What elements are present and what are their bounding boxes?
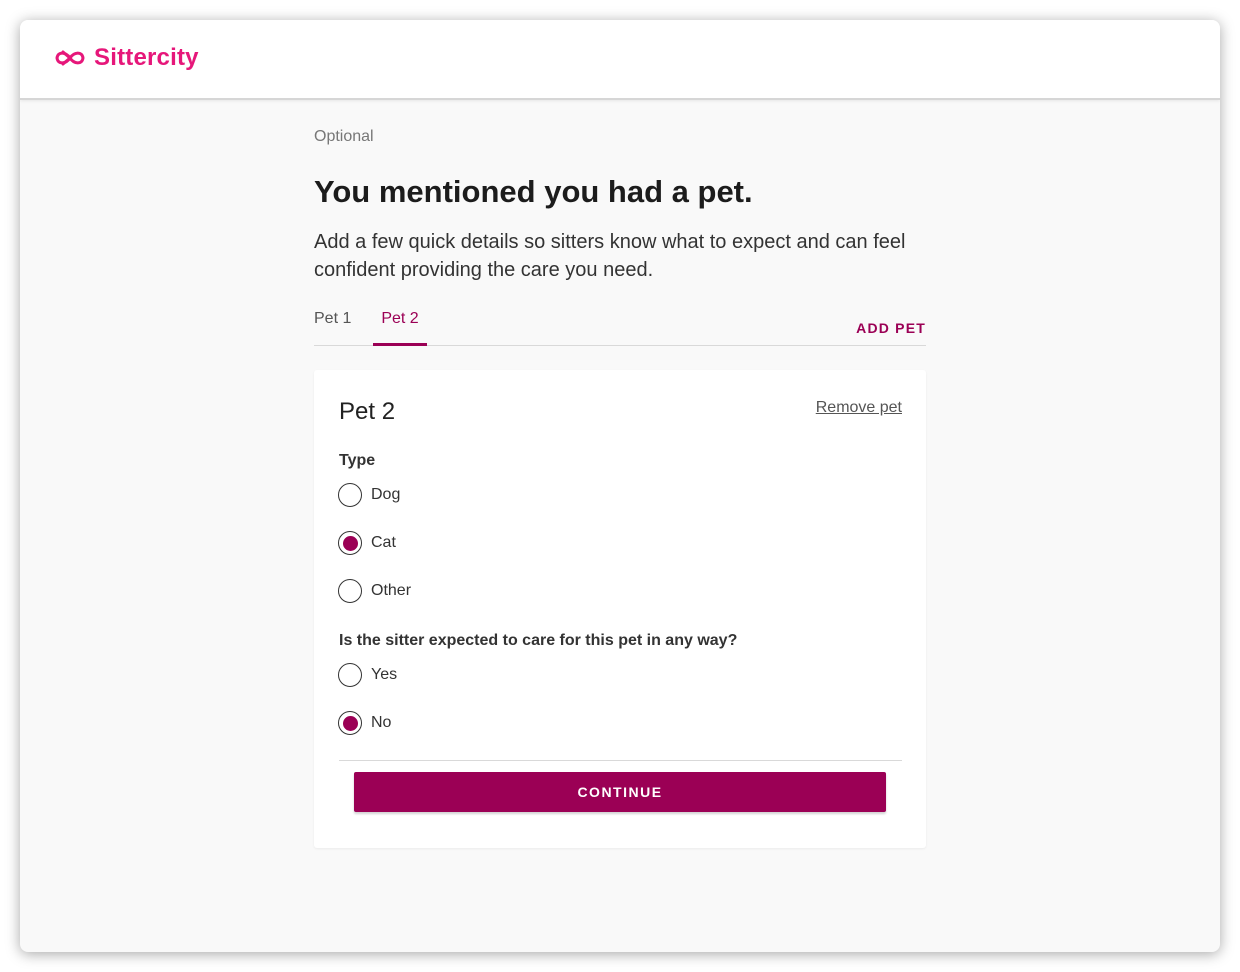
radio-other-label: Other	[371, 582, 412, 599]
radio-no[interactable]: No	[338, 711, 391, 735]
radio-cat[interactable]: Cat	[338, 531, 396, 555]
page-subtitle: Add a few quick details so sitters know …	[314, 231, 906, 281]
radio-cat-label: Cat	[371, 534, 396, 551]
radio-yes-label: Yes	[371, 666, 398, 683]
pet-tabs: Pet 1 Pet 2 ADD PET	[314, 306, 926, 346]
brand-name: Sittercity	[94, 44, 199, 71]
card-divider	[339, 760, 902, 761]
continue-button[interactable]: CONTINUE	[354, 772, 886, 812]
radio-no-label: No	[371, 714, 392, 731]
add-pet-button[interactable]: ADD PET	[856, 320, 926, 336]
type-question-label: Type	[339, 452, 376, 469]
tab-pet-2[interactable]: Pet 2	[373, 306, 427, 346]
radio-cat-circle[interactable]	[338, 531, 362, 555]
browser-window: Sittercity Optional You mentioned you ha…	[20, 20, 1220, 952]
tab-pet-1[interactable]: Pet 1	[314, 306, 351, 346]
radio-dog-circle[interactable]	[338, 483, 362, 507]
radio-yes-circle[interactable]	[338, 663, 362, 687]
radio-yes[interactable]: Yes	[338, 663, 397, 687]
care-question-label: Is the sitter expected to care for this …	[339, 632, 738, 649]
optional-label: Optional	[314, 128, 374, 145]
radio-other[interactable]: Other	[338, 579, 411, 603]
pet-card: Pet 2 Remove pet Type Dog Cat Other Is t…	[314, 370, 926, 848]
remove-pet-link[interactable]: Remove pet	[816, 399, 902, 417]
radio-other-circle[interactable]	[338, 579, 362, 603]
card-title: Pet 2	[339, 398, 396, 425]
radio-dog-label: Dog	[371, 486, 401, 503]
page-title: You mentioned you had a pet.	[314, 174, 753, 209]
radio-no-circle[interactable]	[338, 711, 362, 735]
site-header: Sittercity	[20, 20, 1220, 100]
radio-dog[interactable]: Dog	[338, 483, 400, 507]
infinity-logo-icon	[55, 50, 85, 66]
sittercity-logo[interactable]: Sittercity	[54, 44, 199, 72]
